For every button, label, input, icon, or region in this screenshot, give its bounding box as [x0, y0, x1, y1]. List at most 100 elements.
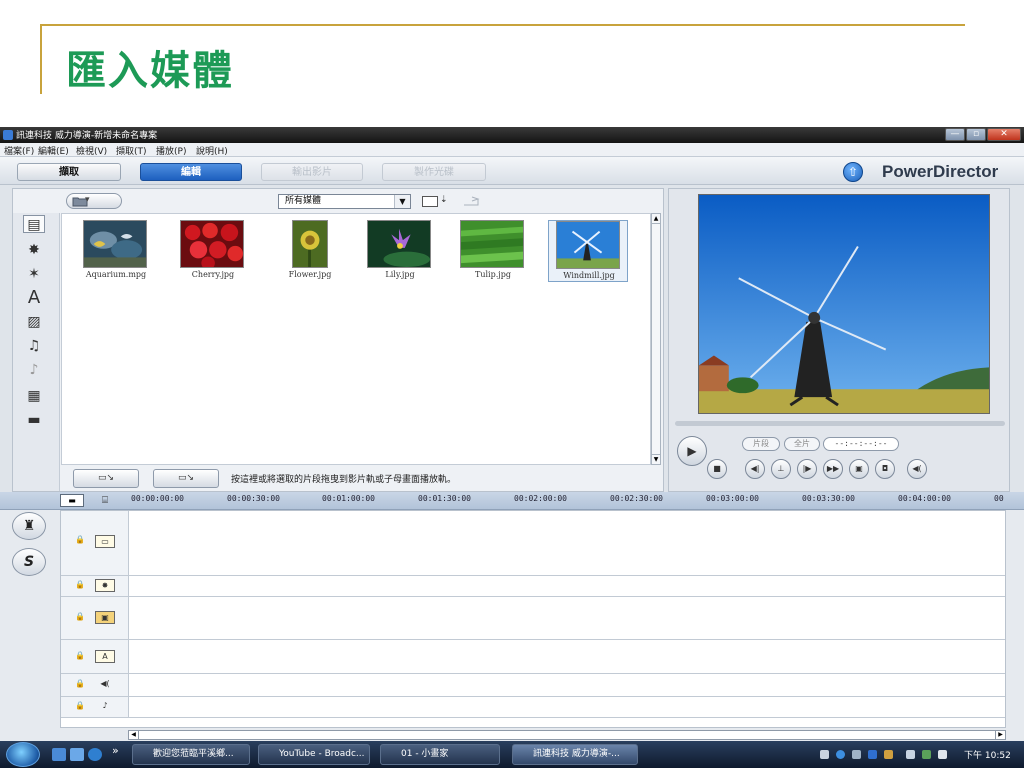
track-header: 🔒 ♪ — [61, 697, 129, 717]
speaker-icon[interactable] — [938, 750, 947, 759]
magic-tools-icon[interactable]: ♜ — [12, 512, 46, 540]
subtitle-room-icon[interactable]: ▬ — [23, 411, 45, 429]
insert-to-pip-track-button[interactable]: ▭↘ — [153, 469, 219, 488]
title-track[interactable]: 🔒 A — [61, 640, 1005, 674]
sort-icon[interactable]: ⇣ — [422, 195, 448, 207]
previous-frame-icon[interactable]: ◀| — [745, 459, 765, 479]
menu-file[interactable]: 檔案(F) — [4, 144, 34, 157]
voice-track[interactable]: 🔒 ◀( — [61, 674, 1005, 697]
room-toolbar: ▤ ✸ ✶ A ▨ ♫ ♪ ▦ ▬ — [13, 213, 60, 491]
chapter-room-icon[interactable]: ▦ — [23, 387, 45, 405]
menu-help[interactable]: 說明(H) — [196, 144, 228, 157]
lock-icon[interactable]: 🔒 — [75, 535, 85, 544]
ime-icon[interactable] — [906, 750, 915, 759]
split-icon[interactable]: ⊥ — [771, 459, 791, 479]
window-titlebar[interactable]: 訊連科技 威力導演-新增未命名專案 — ▫ ✕ — [0, 127, 1024, 143]
update-icon[interactable] — [922, 750, 931, 759]
effects-room-icon[interactable]: ✸ — [23, 241, 45, 259]
network-icon[interactable] — [852, 750, 861, 759]
tab-capture[interactable]: 擷取 — [17, 163, 121, 181]
media-label: Windmill.jpg — [563, 271, 615, 280]
stop-icon[interactable]: ■ — [707, 459, 727, 479]
media-item-tulip[interactable]: Tulip.jpg — [453, 220, 533, 282]
movie-mode-toggle[interactable]: 全片 — [784, 437, 820, 451]
app-window: 訊連科技 威力導演-新增未命名專案 — ▫ ✕ 檔案(F) 編輯(E) 檢視(V… — [0, 127, 1024, 741]
music-track[interactable]: 🔒 ♪ — [61, 697, 1005, 718]
media-room-icon[interactable]: ▤ — [23, 215, 45, 233]
music-track-icon: ♪ — [102, 701, 108, 710]
task-button[interactable]: 歡迎您蒞臨平溪鄉... — [132, 744, 250, 765]
minimize-button[interactable]: — — [945, 128, 965, 141]
menu-view[interactable]: 檢視(V) — [76, 144, 107, 157]
smartsound-icon[interactable]: S — [12, 548, 46, 576]
task-button-active[interactable]: 訊連科技 威力導演-... — [512, 744, 638, 765]
volume-icon[interactable]: ◀( — [907, 459, 927, 479]
media-item-windmill[interactable]: Windmill.jpg — [548, 220, 628, 282]
play-button[interactable]: ▶ — [677, 436, 707, 466]
lock-icon[interactable]: 🔒 — [75, 612, 85, 621]
fast-forward-icon[interactable]: ▶▶ — [823, 459, 843, 479]
media-item-lily[interactable]: Lily.jpg — [360, 220, 440, 282]
tick-label: 00:02:00:00 — [514, 494, 567, 503]
video-track[interactable]: 🔒 ▭ — [61, 511, 1005, 576]
next-frame-icon[interactable]: |▶ — [797, 459, 817, 479]
menu-capture[interactable]: 擷取(T) — [116, 144, 147, 157]
scroll-down-icon[interactable]: ▼ — [652, 454, 660, 464]
media-filter-select[interactable]: 所有媒體 ▼ — [278, 194, 411, 209]
tab-produce[interactable]: 輸出影片 — [261, 163, 363, 181]
snapshot-icon[interactable]: ◘ — [875, 459, 895, 479]
explorer-icon[interactable] — [70, 748, 84, 761]
powerdirector-logo-icon: ⇧ — [843, 162, 863, 182]
pip-objects-room-icon[interactable]: ✶ — [23, 265, 45, 283]
task-button[interactable]: YouTube - Broadc... — [258, 744, 370, 765]
menu-play[interactable]: 播放(P) — [156, 144, 186, 157]
clock: 下午 10:52 — [964, 751, 1011, 761]
ie-icon[interactable] — [88, 748, 102, 761]
insert-to-video-track-button[interactable]: ▭↘ — [73, 469, 139, 488]
start-button[interactable] — [6, 742, 40, 767]
lock-icon[interactable]: 🔒 — [75, 679, 85, 688]
taskbar: » 歡迎您蒞臨平溪鄉... YouTube - Broadc... 01 - 小… — [0, 741, 1024, 768]
pip-track[interactable]: 🔒 ▣ — [61, 597, 1005, 640]
close-button[interactable]: ✕ — [987, 128, 1021, 141]
battery-icon[interactable] — [820, 750, 829, 759]
chevron-down-icon: ▼ — [394, 195, 410, 208]
scroll-right-icon[interactable]: ▶ — [995, 731, 1005, 739]
help-icon[interactable] — [836, 750, 845, 759]
lock-icon[interactable]: 🔒 — [75, 580, 85, 589]
scroll-left-icon[interactable]: ◀ — [129, 731, 139, 739]
preview-seek-bar[interactable] — [675, 421, 1005, 426]
import-media-icon[interactable] — [462, 195, 484, 207]
import-folder-button[interactable]: ▾ — [66, 193, 122, 209]
tab-edit[interactable]: 編輯 — [140, 163, 242, 181]
tab-create-disc[interactable]: 製作光碟 — [382, 163, 486, 181]
title-room-icon[interactable]: A — [23, 289, 45, 307]
voice-track-icon: ◀( — [100, 679, 110, 688]
storyboard-view-icon[interactable]: ⌸ — [95, 494, 115, 507]
library-scrollbar[interactable]: ▲ ▼ — [651, 213, 661, 465]
media-item-flower[interactable]: Flower.jpg — [270, 220, 350, 282]
transition-room-icon[interactable]: ▨ — [23, 313, 45, 331]
scroll-up-icon[interactable]: ▲ — [652, 214, 660, 224]
lock-icon[interactable]: 🔒 — [75, 701, 85, 710]
audio-mixing-room-icon[interactable]: ♫ — [23, 337, 45, 355]
security-icon[interactable] — [884, 750, 893, 759]
voice-over-room-icon[interactable]: ♪ — [23, 361, 45, 379]
timeline-scrollbar[interactable]: ◀ ▶ — [128, 730, 1006, 740]
media-item-aquarium[interactable]: Aquarium.mpg — [76, 220, 156, 282]
effect-track[interactable]: 🔒 ✸ — [61, 576, 1005, 597]
track-header: 🔒 A — [61, 640, 129, 673]
clip-mode-toggle[interactable]: 片段 — [742, 437, 780, 451]
task-button[interactable]: 01 - 小畫家 — [380, 744, 500, 765]
maximize-button[interactable]: ▫ — [966, 128, 986, 141]
show-desktop-icon[interactable] — [52, 748, 66, 761]
lock-icon[interactable]: 🔒 — [75, 651, 85, 660]
bluetooth-icon[interactable] — [868, 750, 877, 759]
more-icon[interactable]: » — [112, 744, 119, 757]
menu-edit[interactable]: 編輯(E) — [38, 144, 69, 157]
timeline-view-icon[interactable]: ▬ — [60, 494, 84, 507]
monitor-icon[interactable]: ▣ — [849, 459, 869, 479]
timeline-ruler[interactable]: ▬ ⌸ 00:00:00:00 00:00:30:00 00:01:00:00 … — [0, 492, 1024, 510]
window-title: 訊連科技 威力導演-新增未命名專案 — [16, 131, 158, 141]
media-item-cherry[interactable]: Cherry.jpg — [173, 220, 253, 282]
